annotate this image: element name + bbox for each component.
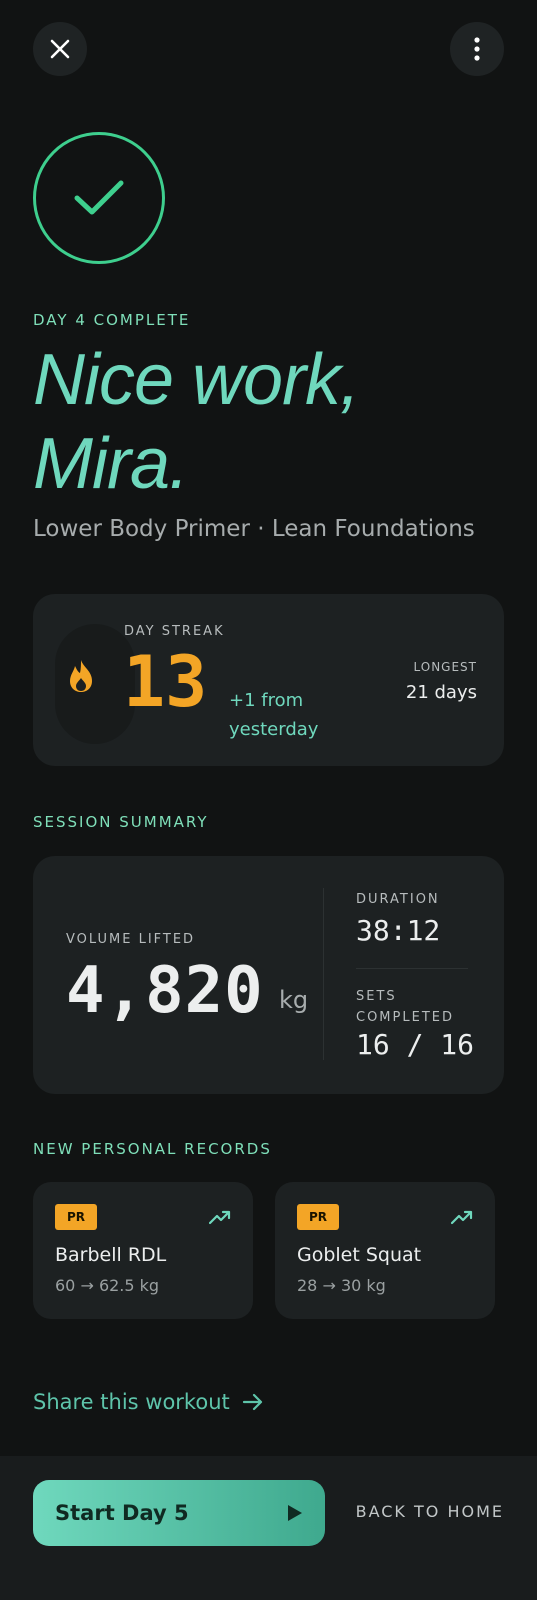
checkmark-icon xyxy=(74,180,124,215)
pr-weight-change: 28 → 30 kg xyxy=(297,1276,386,1295)
play-icon xyxy=(288,1505,302,1521)
trending-up-icon xyxy=(451,1210,473,1225)
pr-badge: PR xyxy=(55,1204,97,1230)
duration-label: DURATION xyxy=(356,892,440,907)
arrow-right-icon xyxy=(242,1393,262,1411)
streak-delta: +1 from yesterday xyxy=(229,686,318,744)
pr-exercise-name: Barbell RDL xyxy=(55,1244,167,1266)
share-workout-link[interactable]: Share this workout xyxy=(33,1390,264,1414)
streak-label: DAY STREAK xyxy=(124,624,225,639)
flame-icon xyxy=(70,660,92,692)
summary-divider-horizontal xyxy=(356,968,468,969)
completion-badge xyxy=(33,132,165,264)
headline-line-2: Mira. xyxy=(33,424,189,504)
longest-streak-label: LONGEST xyxy=(413,660,477,674)
streak-delta-line-2: yesterday xyxy=(229,719,319,740)
more-vertical-icon xyxy=(474,37,480,61)
sets-value: 16 / 16 xyxy=(356,1028,475,1061)
workout-subtitle: Lower Body Primer · Lean Foundations xyxy=(33,516,475,542)
streak-card: DAY STREAK 13 +1 from yesterday LONGEST … xyxy=(33,594,504,766)
personal-records-heading: NEW PERSONAL RECORDS xyxy=(33,1140,272,1158)
session-summary-card: VOLUME LIFTED 4,820 kg DURATION 38:12 SE… xyxy=(33,856,504,1094)
day-complete-label: DAY 4 COMPLETE xyxy=(33,311,191,329)
pr-exercise-name: Goblet Squat xyxy=(297,1244,422,1266)
close-icon xyxy=(50,39,70,59)
volume-label: VOLUME LIFTED xyxy=(66,932,196,947)
share-label: Share this workout xyxy=(33,1390,230,1414)
more-options-button[interactable] xyxy=(450,22,504,76)
headline: Nice work, Mira. xyxy=(33,338,360,506)
bottom-action-bar: Start Day 5 BACK TO HOME xyxy=(0,1456,537,1600)
back-to-home-button[interactable]: BACK TO HOME xyxy=(356,1502,504,1521)
pr-badge: PR xyxy=(297,1204,339,1230)
top-bar xyxy=(33,22,504,76)
start-button-label: Start Day 5 xyxy=(55,1501,189,1525)
close-button[interactable] xyxy=(33,22,87,76)
duration-value: 38:12 xyxy=(356,914,441,947)
longest-streak-value: 21 days xyxy=(405,682,477,703)
trending-up-icon xyxy=(209,1210,231,1225)
headline-line-1: Nice work, xyxy=(33,340,360,420)
session-summary-heading: SESSION SUMMARY xyxy=(33,813,209,831)
sets-label: SETS COMPLETED xyxy=(356,989,454,1025)
streak-delta-line-1: +1 from xyxy=(229,690,304,711)
start-next-day-button[interactable]: Start Day 5 xyxy=(33,1480,325,1546)
summary-divider-vertical xyxy=(323,888,324,1060)
pr-card[interactable]: PR Goblet Squat 28 → 30 kg xyxy=(275,1182,495,1319)
volume-unit: kg xyxy=(279,986,309,1014)
streak-count: 13 xyxy=(123,641,208,723)
pr-weight-change: 60 → 62.5 kg xyxy=(55,1276,160,1295)
volume-value: 4,820 xyxy=(66,954,264,1028)
pr-card[interactable]: PR Barbell RDL 60 → 62.5 kg xyxy=(33,1182,253,1319)
